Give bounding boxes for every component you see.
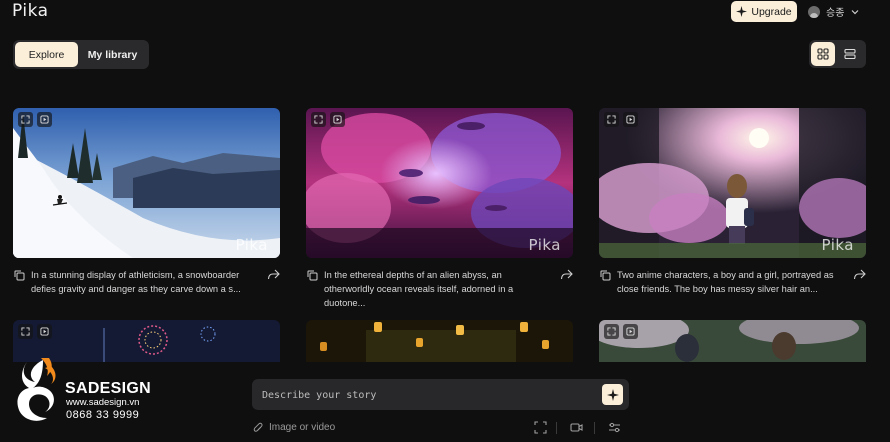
play-icon [626,115,635,124]
aspect-ratio-button[interactable] [534,421,547,434]
share-icon[interactable] [267,269,280,280]
play-icon [40,327,49,336]
prompt-box [252,379,629,410]
play-button[interactable] [37,112,52,127]
settings-button[interactable] [608,421,621,434]
video-card[interactable]: Pika Two anime characters, a boy and a g… [599,108,866,297]
copy-icon[interactable] [14,270,25,281]
list-view-button[interactable] [838,42,862,66]
tab-my-library[interactable]: My library [78,42,147,67]
user-name: 승종 [826,8,845,19]
video-card[interactable]: Pika In the ethereal depths of an alien … [306,108,573,308]
upgrade-label: Upgrade [751,5,792,18]
sparkle-icon [736,6,748,17]
pika-logo[interactable]: Pika [12,1,49,21]
story-prompt-input[interactable] [262,387,582,403]
anime-forest-scene [599,320,866,362]
card-caption: In a stunning display of athleticism, a … [13,267,280,297]
video-card[interactable] [306,320,573,362]
play-button[interactable] [623,324,638,339]
grid-view-icon [817,48,829,60]
lanterns-scene [306,320,573,362]
expand-button[interactable] [18,324,33,339]
pika-watermark: Pika [528,236,561,254]
brand-website: www.sadesign.vn [66,397,140,408]
sparkle-icon [606,388,619,401]
view-toggle [809,40,866,68]
play-button[interactable] [330,112,345,127]
upgrade-button[interactable]: Upgrade [731,1,797,22]
card-caption: Two anime characters, a boy and a girl, … [599,267,866,297]
list-view-icon [844,48,856,60]
user-menu[interactable]: 승종 [808,4,860,19]
video-thumbnail[interactable] [599,320,866,362]
expand-icon [21,115,30,124]
generate-button[interactable] [602,384,623,405]
video-thumbnail[interactable]: Pika [599,108,866,258]
sliders-icon [609,422,620,433]
tab-explore[interactable]: Explore [15,42,78,67]
expand-button[interactable] [18,112,33,127]
card-caption: In the ethereal depths of an alien abyss… [306,267,573,308]
copy-icon[interactable] [307,270,318,281]
share-icon[interactable] [853,269,866,280]
play-button[interactable] [37,324,52,339]
expand-button[interactable] [604,324,619,339]
expand-button[interactable] [604,112,619,127]
grid-view-button[interactable] [811,42,835,66]
share-icon[interactable] [560,269,573,280]
pika-watermark: Pika [235,236,268,254]
pika-watermark: Pika [821,236,854,254]
video-card[interactable] [599,320,866,362]
attach-media-button[interactable]: Image or video [253,422,335,433]
play-button[interactable] [623,112,638,127]
chevron-down-icon [851,9,859,14]
play-icon [40,115,49,124]
sadesign-logo-icon [17,358,56,421]
card-description: In a stunning display of athleticism, a … [31,270,241,294]
brand-name: SADESIGN [65,380,151,397]
toolbar-divider [556,422,557,434]
video-card[interactable]: Pika In a stunning display of athleticis… [13,108,280,297]
camera-button[interactable] [570,421,583,434]
avatar [808,5,820,18]
attach-label: Image or video [269,422,336,433]
library-tabs: Explore My library [13,40,149,69]
frame-icon [534,421,547,434]
play-icon [626,327,635,336]
expand-button[interactable] [311,112,326,127]
paperclip-icon [253,422,263,432]
brand-phone: 0868 33 9999 [66,409,140,421]
play-icon [333,115,342,124]
card-description: Two anime characters, a boy and a girl, … [617,270,834,294]
toolbar-divider [594,422,595,434]
sadesign-watermark: SADESIGN www.sadesign.vn 0868 33 9999 [13,356,163,428]
top-bar: Pika Upgrade 승종 [0,0,890,24]
expand-icon [21,327,30,336]
video-thumbnail[interactable]: Pika [306,108,573,258]
video-thumbnail[interactable] [306,320,573,362]
expand-icon [607,115,616,124]
expand-icon [607,327,616,336]
copy-icon[interactable] [600,270,611,281]
expand-icon [314,115,323,124]
card-description: In the ethereal depths of an alien abyss… [324,270,514,308]
video-thumbnail[interactable]: Pika [13,108,280,258]
video-camera-icon [570,423,583,432]
